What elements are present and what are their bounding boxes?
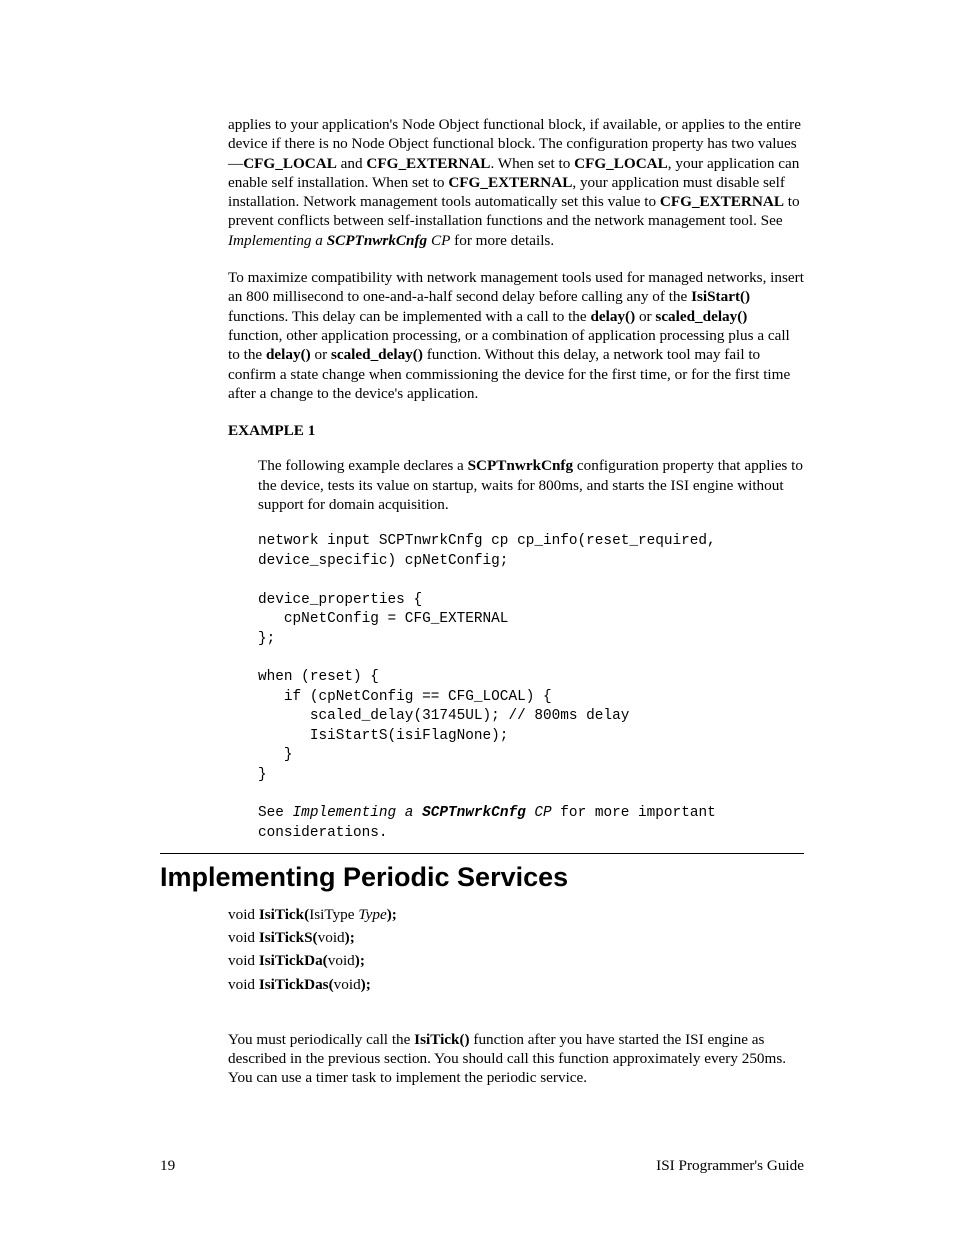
text: and xyxy=(337,155,367,172)
scaled-delay-fn: scaled_delay() xyxy=(331,346,423,363)
text: void xyxy=(328,952,355,969)
delay-fn: delay() xyxy=(590,308,635,325)
paragraph-3: The following example declares a SCPTnwr… xyxy=(258,456,804,514)
fn-close: ); xyxy=(345,929,355,946)
code-line: device_properties { xyxy=(258,592,422,608)
text: IsiType xyxy=(309,906,358,923)
signature-4: void IsiTickDas(void); xyxy=(228,975,804,994)
param: Type xyxy=(358,906,386,923)
code-line: scaled_delay(31745UL); // 800ms delay xyxy=(258,708,629,724)
code-line: cpNetConfig = CFG_EXTERNAL xyxy=(258,611,508,627)
code-line: } xyxy=(258,767,267,783)
signature-2: void IsiTickS(void); xyxy=(228,928,804,947)
example-body: The following example declares a SCPTnwr… xyxy=(258,456,804,843)
cfg-external: CFG_EXTERNAL xyxy=(660,193,784,210)
fn-close: ); xyxy=(361,976,371,993)
fn-name: IsiTickDas( xyxy=(259,976,334,993)
code-line: network input SCPTnwrkCnfg cp cp_info(re… xyxy=(258,533,716,549)
section-divider xyxy=(160,853,804,854)
text: . When set to xyxy=(490,155,574,172)
code-line: IsiStartS(isiFlagNone); xyxy=(258,728,508,744)
scptnwrkcnfg: SCPTnwrkCnfg xyxy=(468,457,574,474)
code-line: device_specific) cpNetConfig; xyxy=(258,553,508,569)
text: for more details. xyxy=(450,232,554,249)
fn-name: IsiTickDa( xyxy=(259,952,328,969)
code-text: See xyxy=(258,805,293,821)
code-line: considerations. xyxy=(258,825,388,841)
text: functions. This delay can be implemented… xyxy=(228,308,590,325)
code-line: } xyxy=(258,747,293,763)
text: or xyxy=(311,346,331,363)
code-block: network input SCPTnwrkCnfg cp cp_info(re… xyxy=(258,532,804,843)
text-italic: CP xyxy=(427,232,450,249)
signature-3: void IsiTickDa(void); xyxy=(228,951,804,970)
text-italic: Implementing a xyxy=(228,232,327,249)
code-bold-italic: SCPTnwrkCnfg xyxy=(422,805,526,821)
delay-fn: delay() xyxy=(266,346,311,363)
paragraph-4: You must periodically call the IsiTick()… xyxy=(228,1030,804,1088)
signature-1: void IsiTick(IsiType Type); xyxy=(228,905,804,924)
cfg-local: CFG_LOCAL xyxy=(574,155,668,172)
text: void xyxy=(318,929,345,946)
code-line: }; xyxy=(258,631,275,647)
code-italic: Implementing a xyxy=(293,805,423,821)
paragraph-2: To maximize compatibility with network m… xyxy=(228,268,804,403)
code-line: when (reset) { xyxy=(258,669,379,685)
cfg-external: CFG_EXTERNAL xyxy=(366,155,490,172)
document-title: ISI Programmer's Guide xyxy=(656,1157,804,1175)
text: void xyxy=(228,952,259,969)
fn-name: IsiTick( xyxy=(259,906,309,923)
cfg-external: CFG_EXTERNAL xyxy=(448,174,572,191)
text: void xyxy=(228,906,259,923)
scptnwrkcnfg: SCPTnwrkCnfg xyxy=(327,232,427,249)
section-heading: Implementing Periodic Services xyxy=(160,860,804,894)
page: applies to your application's Node Objec… xyxy=(0,0,954,1235)
text: void xyxy=(334,976,361,993)
code-italic: CP xyxy=(526,805,552,821)
fn-close: ); xyxy=(355,952,365,969)
code-text: for more important xyxy=(552,805,716,821)
page-number: 19 xyxy=(160,1157,175,1174)
text: The following example declares a xyxy=(258,457,468,474)
fn-name: IsiTickS( xyxy=(259,929,318,946)
page-footer: 19 ISI Programmer's Guide xyxy=(160,1157,804,1175)
text: or xyxy=(635,308,655,325)
paragraph-1: applies to your application's Node Objec… xyxy=(228,115,804,250)
text: void xyxy=(228,929,259,946)
text: You must periodically call the xyxy=(228,1031,414,1048)
isitick-fn: IsiTick() xyxy=(414,1031,469,1048)
scaled-delay-fn: scaled_delay() xyxy=(655,308,747,325)
fn-close: ); xyxy=(387,906,397,923)
text: void xyxy=(228,976,259,993)
example-heading: EXAMPLE 1 xyxy=(228,421,804,440)
content-column: applies to your application's Node Objec… xyxy=(228,115,804,1088)
isistart: IsiStart() xyxy=(691,288,750,305)
code-line: if (cpNetConfig == CFG_LOCAL) { xyxy=(258,689,552,705)
cfg-local: CFG_LOCAL xyxy=(243,155,337,172)
